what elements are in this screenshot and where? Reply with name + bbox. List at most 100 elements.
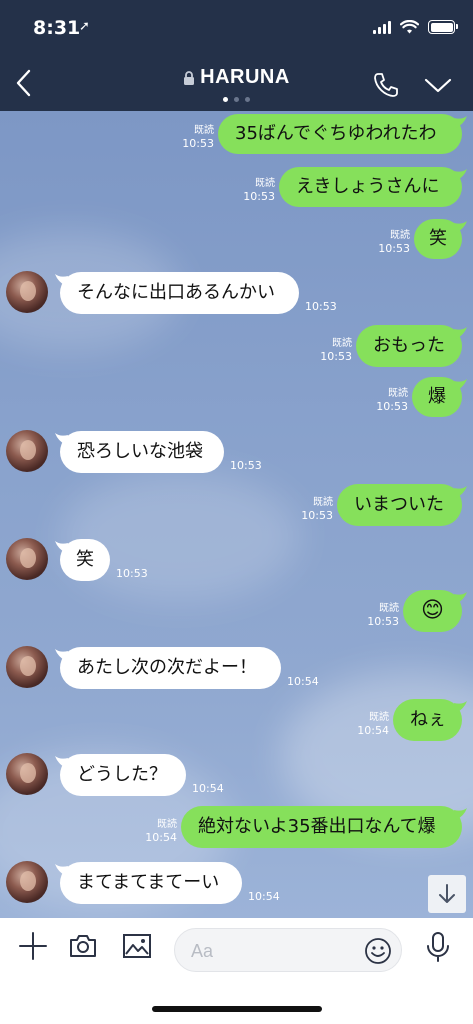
message-meta: 既読 10:53 (291, 496, 333, 522)
message-text: 笑 (76, 549, 94, 570)
bubble-tail (454, 221, 467, 233)
call-button[interactable] (371, 70, 401, 100)
message-meta: 10:54 (287, 675, 319, 688)
page-dot (234, 97, 239, 102)
arrow-down-icon (439, 884, 455, 903)
bubble-tail (55, 433, 68, 445)
microphone-icon (427, 932, 449, 962)
chat-area[interactable]: 35ばんでぐちゆわれたわ 既読 10:53 えきしょうさんに 既読 10:53 笑既読 10:… (0, 111, 473, 918)
message-meta: 10:54 (192, 782, 224, 795)
message-time: 10:53 (182, 137, 214, 150)
page-dot-active (223, 97, 228, 102)
message-text: そんなに出口あるんかい (77, 282, 275, 303)
read-receipt: 既読 (313, 497, 333, 508)
read-receipt: 既読 (390, 230, 410, 241)
status-icons (373, 20, 458, 34)
bubble-tail (55, 756, 68, 768)
incoming-message-bubble[interactable]: まてまてまてーい (60, 862, 242, 904)
outgoing-message-bubble[interactable]: えきしょうさんに (279, 167, 462, 207)
read-receipt: 既読 (369, 712, 389, 723)
message-time: 10:53 (367, 615, 399, 628)
message-meta: 10:53 (305, 300, 337, 313)
incoming-message-bubble[interactable]: そんなに出口あるんかい (60, 272, 299, 314)
phone-icon (374, 73, 398, 97)
message-time: 10:54 (248, 890, 280, 903)
message-meta: 既読 10:53 (366, 387, 408, 413)
avatar[interactable] (6, 646, 48, 688)
home-indicator (152, 1006, 322, 1012)
avatar[interactable] (6, 430, 48, 472)
page-dot (245, 97, 250, 102)
bubble-tail (454, 116, 467, 128)
add-button[interactable] (18, 931, 48, 965)
message-time: 10:53 (320, 350, 352, 363)
chat-title[interactable]: HARUNA (183, 66, 290, 89)
message-text: いまついた (354, 494, 444, 515)
message-input[interactable] (191, 939, 351, 963)
outgoing-message-bubble[interactable]: 絶対ないよ35番出口なんて爆 (181, 806, 462, 848)
message-input-container[interactable] (174, 928, 402, 972)
message-time: 10:53 (243, 190, 275, 203)
bubble-tail (454, 701, 467, 713)
message-time: 10:53 (301, 509, 333, 522)
message-time: 10:53 (116, 567, 148, 580)
image-button[interactable] (122, 931, 152, 965)
message-time: 10:53 (378, 242, 410, 255)
message-text: 爆 (428, 386, 446, 407)
bubble-tail (454, 486, 467, 498)
bubble-tail (454, 379, 467, 391)
emoji-icon (365, 938, 391, 964)
outgoing-message-bubble[interactable]: おもった (356, 325, 462, 367)
plus-icon (19, 932, 47, 960)
voice-button[interactable] (424, 931, 452, 967)
message-meta: 既読 10:53 (368, 229, 410, 255)
avatar[interactable] (6, 538, 48, 580)
message-meta: 10:53 (116, 567, 148, 580)
message-text: 😊 (421, 598, 444, 623)
camera-button[interactable] (68, 931, 98, 965)
outgoing-message-bubble[interactable]: ねぇ (393, 699, 462, 741)
message-text: 笑 (429, 228, 447, 249)
read-receipt: 既読 (157, 819, 177, 830)
message-meta: 既読 10:53 (357, 602, 399, 628)
avatar[interactable] (6, 753, 48, 795)
lock-icon (184, 70, 195, 85)
emoji-button[interactable] (363, 936, 393, 966)
bubble-tail (454, 808, 467, 820)
wifi-icon (400, 20, 419, 34)
message-meta: 既読 10:53 (233, 177, 275, 203)
bubble-tail (55, 649, 68, 661)
read-receipt: 既読 (194, 125, 214, 136)
bubble-tail (454, 169, 467, 181)
status-time: 8:31 (33, 17, 81, 39)
avatar[interactable] (6, 271, 48, 313)
outgoing-message-bubble[interactable]: 35ばんでぐちゆわれたわ (218, 114, 462, 154)
message-text: どうした？ (77, 764, 167, 785)
chat-title-text: HARUNA (200, 66, 290, 88)
avatar[interactable] (6, 861, 48, 903)
read-receipt: 既読 (332, 338, 352, 349)
message-text: あたし次の次だよー！ (77, 657, 257, 678)
bubble-tail (454, 327, 467, 339)
location-arrow-icon: ➚ (79, 19, 90, 34)
message-meta: 既読 10:54 (347, 711, 389, 737)
message-time: 10:54 (145, 831, 177, 844)
message-time: 10:54 (357, 724, 389, 737)
message-text: 恐ろしいな池袋 (77, 441, 203, 462)
bubble-tail (55, 864, 68, 876)
message-text: 絶対ないよ35番出口なんて爆 (198, 816, 436, 837)
outgoing-message-bubble[interactable]: いまついた (337, 484, 462, 526)
signal-icon (373, 20, 391, 34)
read-receipt: 既読 (379, 603, 399, 614)
incoming-message-bubble[interactable]: 恐ろしいな池袋 (60, 431, 224, 473)
message-time: 10:53 (230, 459, 262, 472)
message-meta: 10:54 (248, 890, 280, 903)
camera-icon (70, 935, 96, 957)
scroll-to-bottom-button[interactable] (428, 875, 466, 913)
background-cloud (60, 471, 300, 601)
menu-dropdown-button[interactable] (423, 72, 453, 98)
incoming-message-bubble[interactable]: どうした？ (60, 754, 186, 796)
message-time: 10:53 (376, 400, 408, 413)
bubble-tail (454, 592, 467, 604)
incoming-message-bubble[interactable]: あたし次の次だよー！ (60, 647, 281, 689)
